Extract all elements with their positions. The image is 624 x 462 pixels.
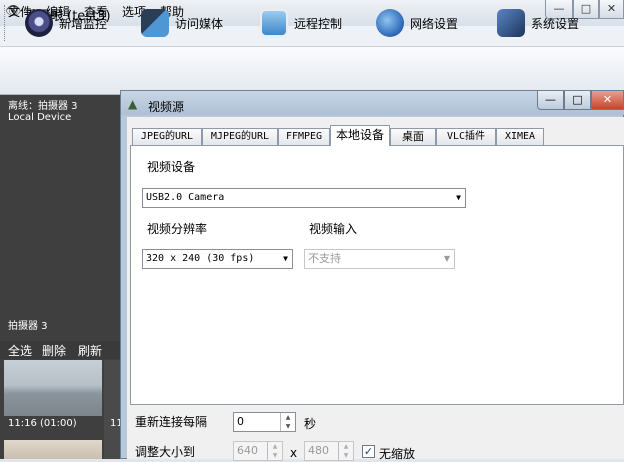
no-scale-label: 无缩放 (379, 447, 416, 461)
delete-button[interactable]: 删除 (42, 342, 66, 359)
video-device-value: USB2.0 Camera (146, 192, 225, 203)
toolbar (0, 47, 624, 95)
reconnect-label: 重新连接每隔 (135, 415, 208, 429)
video-device-select[interactable]: USB2.0 Camera ▼ (142, 188, 466, 208)
camera-status: 离线：拍摄器 3 (8, 101, 78, 112)
add-monitor-button[interactable]: 新增监控 (25, 6, 107, 40)
dialog-title: 视频源 (148, 100, 185, 114)
dialog-maximize-button[interactable]: □ (564, 91, 591, 110)
video-input-select: 不支持 ▼ (304, 249, 455, 269)
spin-buttons: ▲ ▼ (267, 442, 282, 460)
media-icon (141, 9, 169, 37)
refresh-button[interactable]: 刷新 (78, 342, 102, 359)
tab-mjpeg-url[interactable]: MJPEG的URL (202, 128, 278, 145)
resolution-value: 320 x 240 (30 fps) (146, 253, 255, 264)
access-media-label: 访问媒体 (175, 16, 224, 31)
video-device-label: 视频设备 (147, 160, 196, 174)
webcam-icon (25, 9, 53, 37)
no-scale-checkbox[interactable]: ✓ (362, 445, 375, 458)
tab-ximea[interactable]: XIMEA (496, 128, 544, 145)
resize-height-value: 480 (308, 444, 329, 457)
spin-up-icon: ▲ (272, 443, 278, 450)
tab-vlc-plugin[interactable]: VLC插件 (436, 128, 496, 145)
spin-up-icon: ▲ (343, 443, 349, 450)
tab-jpeg-url[interactable]: JPEG的URL (132, 128, 202, 145)
reconnect-unit: 秒 (304, 417, 317, 431)
remote-control-icon (260, 9, 288, 37)
video-input-value: 不支持 (308, 252, 341, 265)
resize-height-input: 480 ▲ ▼ (304, 441, 354, 461)
resize-width-input: 640 ▲ ▼ (233, 441, 283, 461)
spin-buttons[interactable]: ▲ ▼ (280, 413, 295, 431)
recording-thumbnail[interactable] (4, 360, 102, 416)
chevron-down-icon: ▼ (443, 254, 450, 263)
resize-width-value: 640 (237, 444, 258, 457)
video-source-icon: ▲ (128, 97, 138, 111)
access-media-button[interactable]: 访问媒体 (141, 6, 223, 40)
camera-device: Local Device (8, 112, 72, 123)
tab-page-local-device (130, 145, 624, 405)
thumbnail-time: 11:16 (01:00) (8, 418, 77, 429)
spin-buttons: ▲ ▼ (338, 442, 353, 460)
toolbar-grip[interactable] (4, 5, 8, 41)
add-monitor-label: 新增监控 (59, 16, 108, 31)
system-settings-icon (497, 9, 525, 37)
system-settings-label: 系统设置 (531, 16, 580, 31)
close-button[interactable]: ✕ (599, 0, 624, 19)
resize-label: 调整大小到 (135, 445, 196, 459)
recording-thumbnail[interactable] (4, 440, 102, 459)
dialog-minimize-button[interactable]: — (537, 91, 564, 110)
tab-desktop[interactable]: 桌面 (390, 128, 436, 145)
resolution-label: 视频分辨率 (147, 222, 208, 236)
dialog-close-button[interactable]: ✕ (591, 91, 624, 110)
remote-control-button[interactable]: 远程控制 (260, 6, 342, 40)
resize-separator: x (290, 446, 298, 460)
tab-local-device[interactable]: 本地设备 (330, 125, 390, 146)
network-settings-button[interactable]: 网络设置 (376, 6, 458, 40)
system-settings-button[interactable]: 系统设置 (497, 6, 579, 40)
tab-ffmpeg[interactable]: FFMPEG (278, 128, 330, 145)
recording-thumbnail[interactable] (104, 360, 120, 459)
chevron-down-icon: ▼ (456, 193, 461, 202)
chevron-down-icon: ▼ (283, 254, 288, 263)
checkmark-icon: ✓ (363, 445, 374, 458)
reconnect-interval-input[interactable]: 0 ▲ ▼ (233, 412, 296, 432)
remote-control-label: 远程控制 (294, 16, 343, 31)
resolution-select[interactable]: 320 x 240 (30 fps) ▼ (142, 249, 293, 269)
select-all-button[interactable]: 全选 (8, 342, 32, 359)
video-input-label: 视频输入 (309, 222, 358, 236)
network-settings-label: 网络设置 (410, 16, 459, 31)
camera-list-label: 拍摄器 3 (8, 321, 48, 332)
network-settings-icon (376, 9, 404, 37)
spin-up-icon[interactable]: ▲ (281, 413, 295, 422)
spin-down-icon[interactable]: ▼ (281, 422, 295, 431)
reconnect-interval-value: 0 (237, 415, 244, 428)
